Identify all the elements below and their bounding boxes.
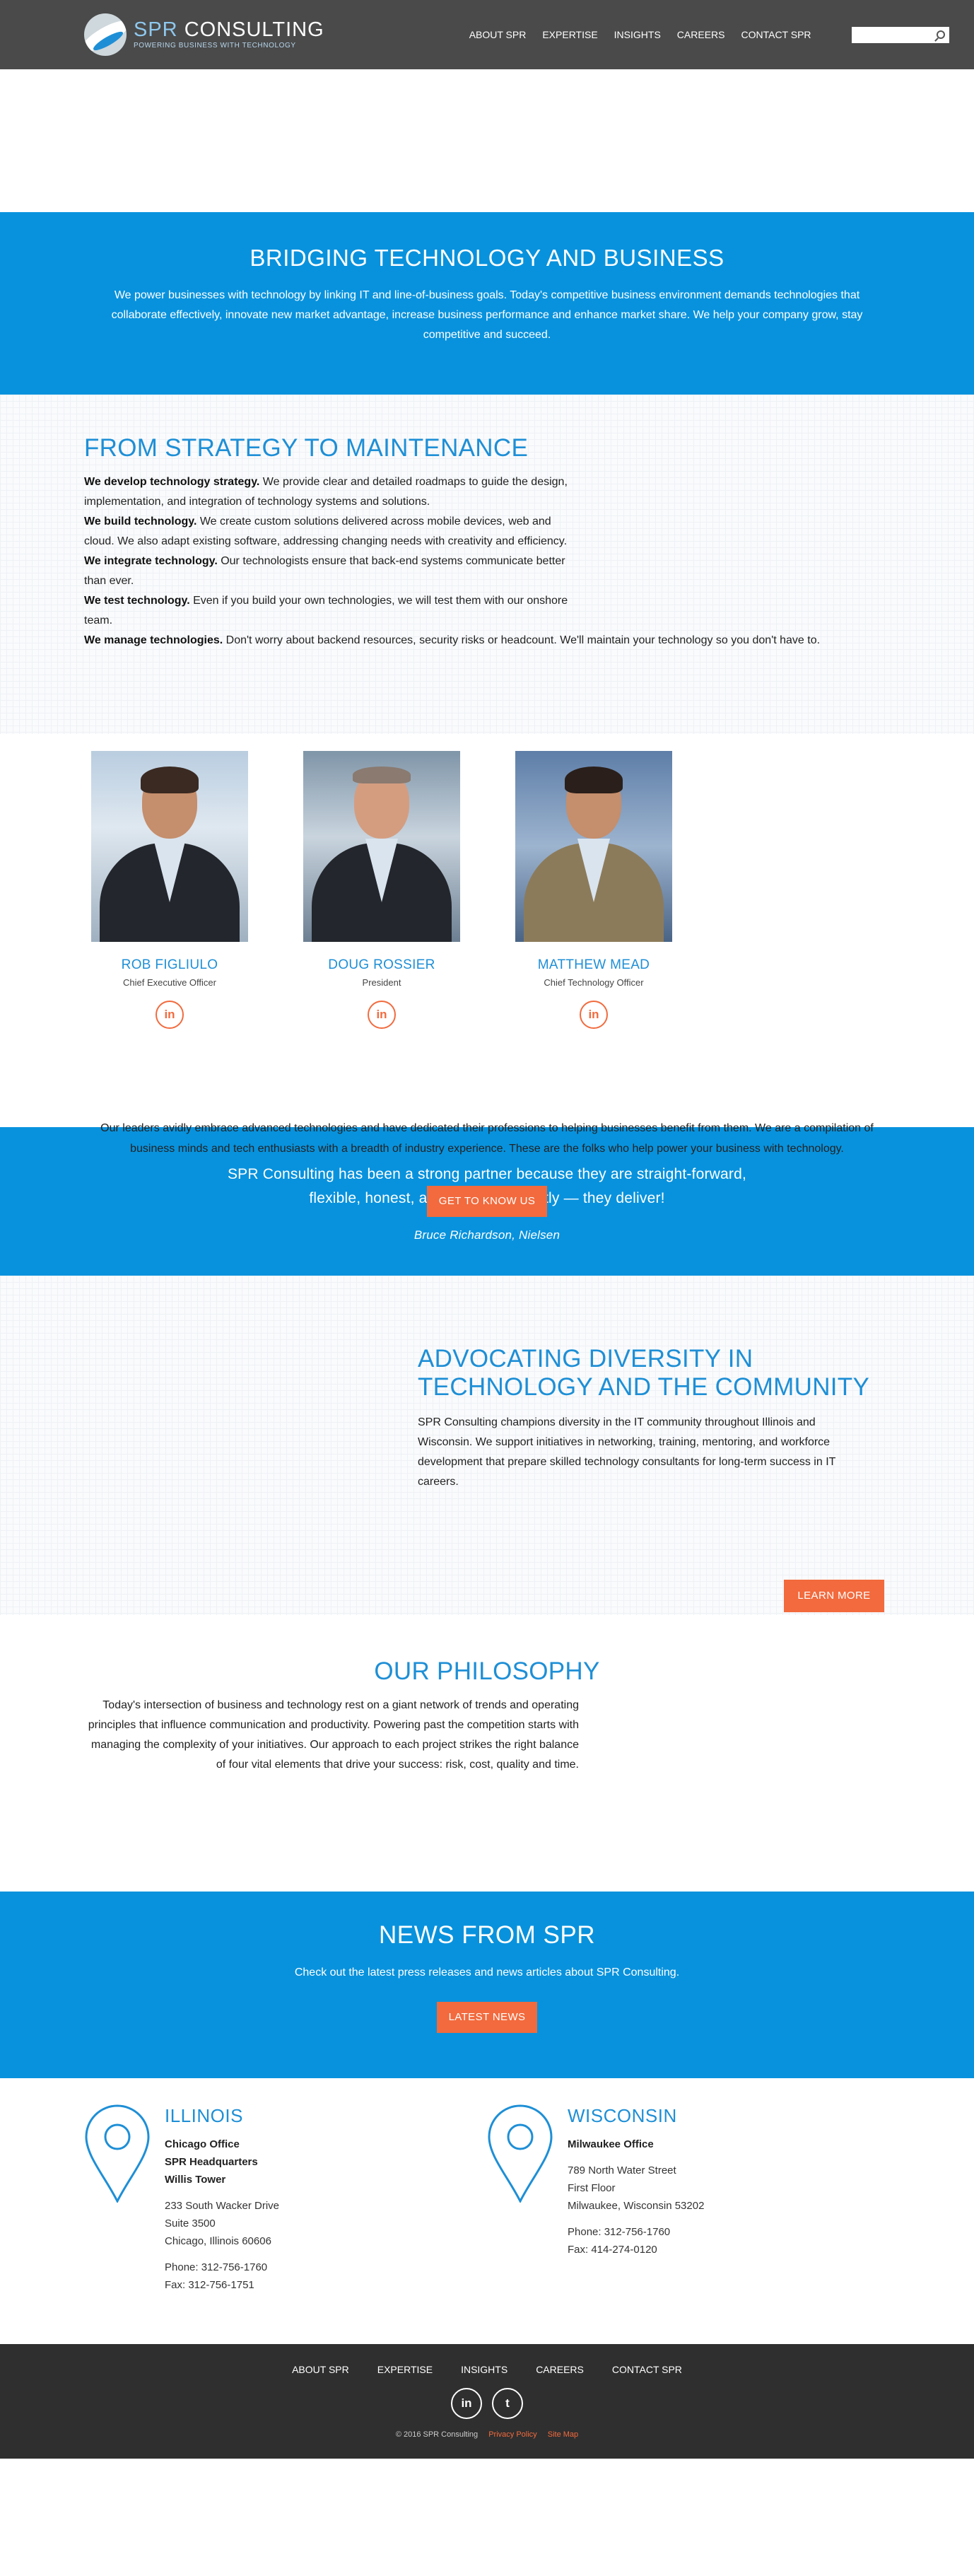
search-icon[interactable]: [936, 30, 945, 39]
banner-area: [0, 69, 974, 212]
site-map-link[interactable]: Site Map: [548, 2430, 578, 2439]
leader-card: ROB FIGLIULO Chief Executive Officer in: [91, 751, 248, 1029]
search-input[interactable]: [851, 28, 937, 42]
leader-card: DOUG ROSSIER President in: [303, 751, 460, 1029]
office-name: Willis Tower: [165, 2174, 226, 2186]
map-pin-icon: [85, 2104, 150, 2203]
office-title: ILLINOIS: [165, 2105, 243, 2126]
leader-role: Chief Executive Officer: [123, 977, 216, 988]
strategy-section: FROM STRATEGY TO MAINTENANCE We develop …: [0, 395, 974, 734]
footer-nav: ABOUT SPR EXPERTISE INSIGHTS CAREERS CON…: [0, 2364, 974, 2375]
linkedin-icon[interactable]: in: [156, 1001, 184, 1029]
office-wisconsin: WISCONSIN Milwaukee Office 789 North Wat…: [487, 2104, 890, 2294]
logo-link[interactable]: SPR CONSULTING POWERING BUSINESS WITH TE…: [84, 13, 324, 56]
strategy-title: FROM STRATEGY TO MAINTENANCE: [84, 434, 529, 462]
leader-photo: [303, 751, 460, 942]
hero-text: We power businesses with technology by l…: [111, 289, 863, 341]
office-fax: Fax: 414-274-0120: [568, 2244, 657, 2256]
strategy-item: We test technology. Even if you build yo…: [84, 595, 568, 626]
office-name: Chicago Office: [165, 2138, 240, 2150]
site-header: SPR CONSULTING POWERING BUSINESS WITH TE…: [0, 0, 974, 69]
philosophy-section: OUR PHILOSOPHY Today's intersection of b…: [0, 1615, 974, 1892]
news-text: Check out the latest press releases and …: [294, 1966, 680, 1978]
leader-role: President: [362, 977, 401, 988]
learn-more-button[interactable]: LEARN MORE: [784, 1580, 884, 1612]
hero-section: BRIDGING TECHNOLOGY AND BUSINESS We powe…: [0, 212, 974, 395]
office-phone: Phone: 312-756-1760: [568, 2226, 671, 2238]
office-address: 233 South Wacker Drive: [165, 2200, 280, 2212]
philosophy-title: OUR PHILOSOPHY: [374, 1657, 600, 1685]
nav-expertise[interactable]: EXPERTISE: [542, 29, 597, 40]
privacy-policy-link[interactable]: Privacy Policy: [488, 2430, 536, 2439]
nav-insights[interactable]: INSIGHTS: [614, 29, 661, 40]
nav-careers[interactable]: CAREERS: [677, 29, 725, 40]
office-address: Suite 3500: [165, 2217, 216, 2230]
footer-nav-expertise[interactable]: EXPERTISE: [377, 2364, 433, 2375]
get-to-know-us-button[interactable]: GET TO KNOW US: [427, 1186, 547, 1217]
office-phone: Phone: 312-756-1760: [165, 2261, 268, 2273]
strategy-item: We manage technologies. Don't worry abou…: [84, 634, 821, 646]
latest-news-button[interactable]: LATEST NEWS: [437, 2002, 537, 2033]
office-address: 789 North Water Street: [568, 2164, 676, 2176]
footer-nav-about[interactable]: ABOUT SPR: [292, 2364, 349, 2375]
leader-card: MATTHEW MEAD Chief Technology Officer in: [515, 751, 672, 1029]
leader-photo: [515, 751, 672, 942]
map-pin-icon: [488, 2104, 553, 2203]
linkedin-icon[interactable]: in: [368, 1001, 396, 1029]
site-footer: ABOUT SPR EXPERTISE INSIGHTS CAREERS CON…: [0, 2344, 974, 2459]
office-title: WISCONSIN: [568, 2105, 677, 2126]
office-address: Milwaukee, Wisconsin 53202: [568, 2200, 705, 2212]
twitter-icon[interactable]: t: [492, 2388, 523, 2419]
news-title: NEWS FROM SPR: [379, 1921, 595, 1949]
office-address: Chicago, Illinois 60606: [165, 2235, 271, 2247]
logo-tagline: POWERING BUSINESS WITH TECHNOLOGY: [134, 42, 296, 49]
logo-title: SPR CONSULTING: [134, 18, 324, 41]
strategy-item: We develop technology strategy. We provi…: [84, 476, 568, 508]
footer-nav-insights[interactable]: INSIGHTS: [461, 2364, 507, 2375]
copyright-text: © 2016 SPR Consulting: [395, 2430, 479, 2439]
leaders-text: Our leaders avidly embrace advanced tech…: [100, 1122, 874, 1155]
offices-section: ILLINOIS Chicago Office SPR Headquarters…: [0, 2078, 974, 2344]
leader-photo: [91, 751, 248, 942]
linkedin-icon[interactable]: in: [451, 2388, 482, 2419]
diversity-section: ADVOCATING DIVERSITY IN TECHNOLOGY AND T…: [0, 1276, 974, 1615]
social-links: in t: [0, 2388, 974, 2419]
search-box: [851, 26, 949, 43]
leader-name: ROB FIGLIULO: [121, 957, 218, 972]
office-name: SPR Headquarters: [165, 2156, 258, 2168]
main-nav: ABOUT SPR EXPERTISE INSIGHTS CAREERS CON…: [469, 29, 828, 40]
office-fax: Fax: 312-756-1751: [165, 2279, 254, 2291]
nav-about[interactable]: ABOUT SPR: [469, 29, 527, 40]
leader-role: Chief Technology Officer: [544, 977, 644, 988]
office-name: Milwaukee Office: [568, 2138, 654, 2150]
leaders-section: ROB FIGLIULO Chief Executive Officer in …: [0, 734, 974, 1217]
footer-nav-careers[interactable]: CAREERS: [536, 2364, 584, 2375]
diversity-text: SPR Consulting champions diversity in th…: [418, 1416, 836, 1488]
office-address: First Floor: [568, 2182, 616, 2194]
linkedin-icon[interactable]: in: [580, 1001, 608, 1029]
copyright: © 2016 SPR Consulting Privacy Policy Sit…: [0, 2430, 974, 2439]
nav-contact[interactable]: CONTACT SPR: [741, 29, 811, 40]
strategy-item: We integrate technology. Our technologis…: [84, 555, 565, 587]
leader-name: DOUG ROSSIER: [328, 957, 435, 972]
strategy-item: We build technology. We create custom so…: [84, 515, 568, 547]
footer-nav-contact[interactable]: CONTACT SPR: [612, 2364, 682, 2375]
diversity-title: ADVOCATING DIVERSITY IN TECHNOLOGY AND T…: [418, 1345, 870, 1401]
philosophy-text: Today's intersection of business and tec…: [88, 1699, 579, 1771]
spr-logo-icon: [84, 13, 127, 56]
office-illinois: ILLINOIS Chicago Office SPR Headquarters…: [84, 2104, 487, 2294]
testimonial-cite: Bruce Richardson, Nielsen: [413, 1228, 561, 1242]
hero-title: BRIDGING TECHNOLOGY AND BUSINESS: [250, 245, 724, 271]
leader-name: MATTHEW MEAD: [537, 957, 650, 972]
news-section: NEWS FROM SPR Check out the latest press…: [0, 1892, 974, 2078]
